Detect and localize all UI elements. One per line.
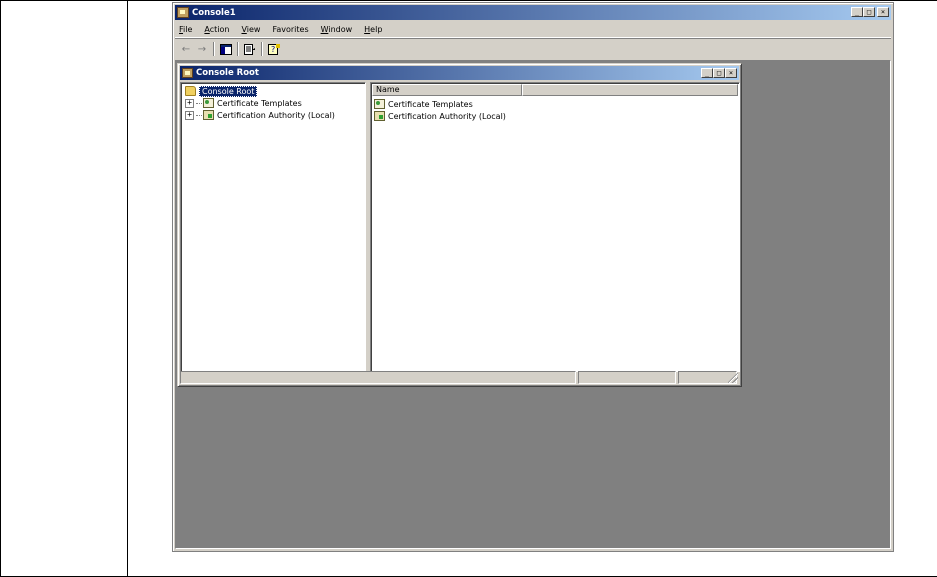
expand-icon[interactable]: + [185, 98, 194, 108]
list-item-label: Certificate Templates [388, 99, 473, 109]
close-button[interactable]: × [877, 7, 889, 17]
menu-help[interactable]: Help [364, 25, 382, 34]
child-window-title: Console Root [196, 68, 259, 78]
child-window-controls: _ □ × [701, 68, 737, 78]
window-title: Console1 [192, 7, 236, 18]
tree-root-label[interactable]: Console Root [199, 85, 258, 97]
child-maximize-button[interactable]: □ [713, 68, 725, 78]
window-controls: _ □ × [851, 7, 889, 17]
tree-item-certification-authority[interactable]: + Certification Authority (Local) [185, 109, 335, 121]
console-root-window: Console Root _ □ × Console Root + Certif… [177, 63, 742, 387]
list-item-label: Certification Authority (Local) [388, 111, 506, 121]
mmc-window: Console1 _ □ × File Action View Favorite… [172, 2, 894, 552]
expand-icon[interactable]: + [185, 110, 194, 120]
mdi-workspace: Console Root _ □ × Console Root + Certif… [175, 60, 891, 549]
certificate-templates-icon [374, 99, 385, 109]
toolbar-separator [213, 42, 215, 56]
tree-item-certificate-templates[interactable]: + Certificate Templates [185, 97, 302, 109]
certificate-templates-icon [203, 98, 214, 108]
status-segment-main [180, 371, 576, 384]
menu-file[interactable]: File [179, 25, 192, 34]
back-arrow-icon[interactable]: ← [178, 42, 194, 56]
toolbar: ← → ? [175, 40, 891, 58]
child-window-titlebar[interactable]: Console Root _ □ × [180, 66, 739, 80]
status-segment-2 [578, 371, 676, 384]
child-close-button[interactable]: × [725, 68, 737, 78]
help-icon[interactable]: ? [266, 42, 282, 56]
list-item[interactable]: Certificate Templates [374, 98, 473, 110]
tree-item-label: Certificate Templates [217, 98, 302, 108]
child-minimize-button[interactable]: _ [701, 68, 713, 78]
tree-item-label: Certification Authority (Local) [217, 110, 335, 120]
resize-grip-icon[interactable] [728, 373, 738, 383]
export-list-icon[interactable] [242, 42, 258, 56]
maximize-button[interactable]: □ [863, 7, 875, 17]
column-header-empty[interactable] [522, 84, 738, 96]
menu-view[interactable]: View [241, 25, 260, 34]
certification-authority-icon [374, 111, 385, 121]
list-item[interactable]: Certification Authority (Local) [374, 110, 506, 122]
menu-favorites[interactable]: Favorites [272, 25, 308, 34]
console-root-folder-icon [185, 86, 196, 96]
certification-authority-icon [203, 110, 214, 120]
status-bar [180, 371, 739, 384]
document-column-divider [127, 0, 128, 577]
window-titlebar[interactable]: Console1 _ □ × [175, 5, 891, 20]
console-root-icon[interactable] [182, 68, 193, 78]
show-hide-console-tree-icon[interactable] [218, 42, 234, 56]
console-tree-pane[interactable]: Console Root + Certificate Templates + C… [180, 82, 366, 372]
list-header: Name [372, 84, 738, 96]
menu-window[interactable]: Window [321, 25, 353, 34]
toolbar-separator [261, 42, 263, 56]
column-header-name[interactable]: Name [372, 84, 522, 96]
menu-bar: File Action View Favorites Window Help [175, 22, 891, 38]
results-list-pane[interactable]: Name Certificate Templates Certification… [370, 82, 740, 372]
svg-text:?: ? [271, 45, 275, 54]
tree-connector [196, 102, 202, 104]
forward-arrow-icon[interactable]: → [194, 42, 210, 56]
tree-connector [196, 114, 202, 116]
minimize-button[interactable]: _ [851, 7, 863, 17]
toolbar-separator [237, 42, 239, 56]
menu-action[interactable]: Action [204, 25, 229, 34]
mmc-console-icon[interactable] [177, 7, 189, 18]
tree-root-node[interactable]: Console Root [185, 85, 258, 97]
